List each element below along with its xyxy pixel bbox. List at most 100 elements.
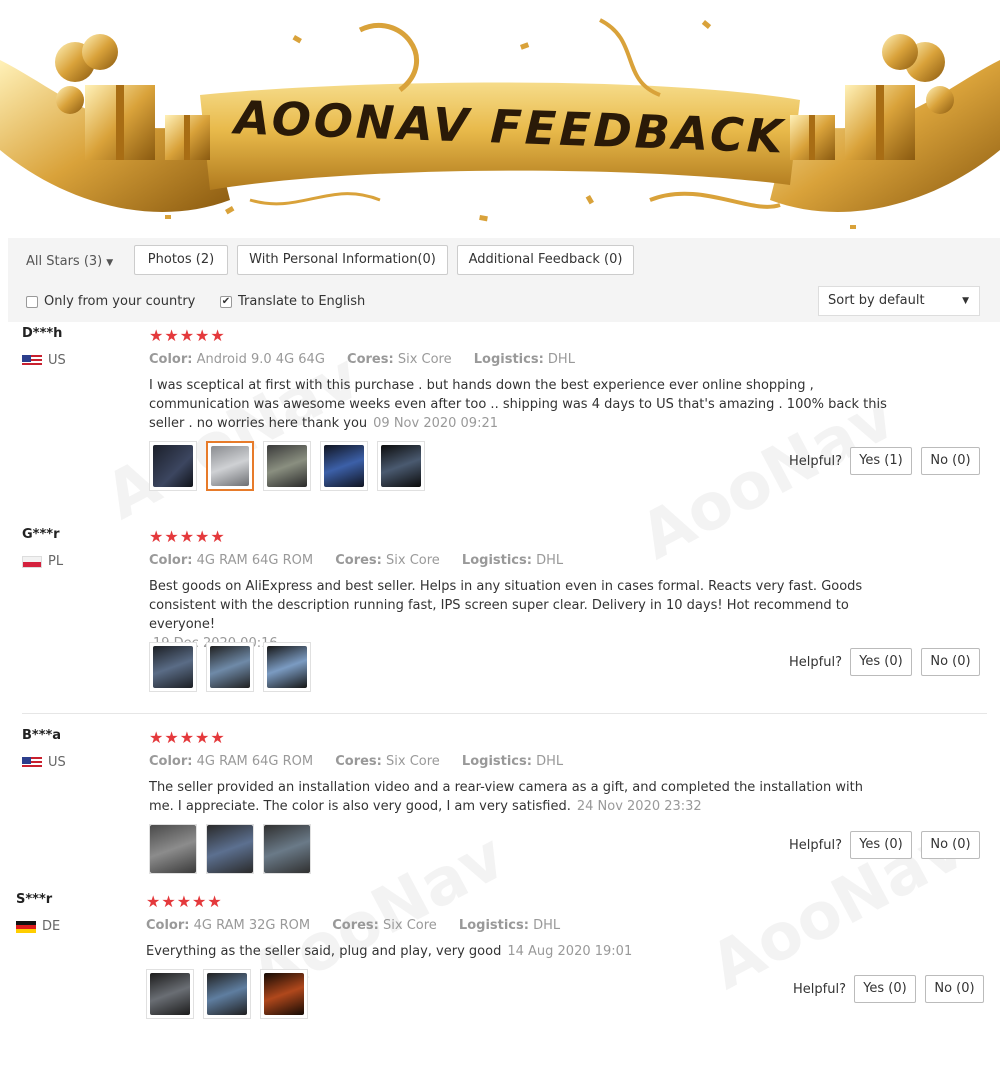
review-photos: [149, 824, 320, 874]
helpful-controls: Helpful? Yes (0) No (0): [789, 648, 980, 676]
review-text: The seller provided an installation vide…: [149, 778, 879, 816]
sort-select[interactable]: Sort by default ▼: [818, 286, 980, 316]
logistics-value: DHL: [547, 352, 575, 367]
only-country-checkbox[interactable]: Only from your country: [26, 294, 195, 309]
review-date: 24 Nov 2020 23:32: [576, 799, 702, 814]
cores-label: Cores:: [335, 553, 382, 568]
reviewer-country: US: [22, 755, 66, 770]
review-photos: [146, 969, 317, 1019]
review-photo-thumbnail[interactable]: [206, 642, 254, 692]
helpful-controls: Helpful? Yes (1) No (0): [789, 447, 980, 475]
color-label: Color:: [146, 918, 190, 933]
logistics-value: DHL: [533, 918, 561, 933]
helpful-no-button[interactable]: No (0): [924, 975, 984, 1003]
review-photo-thumbnail[interactable]: [149, 642, 197, 692]
review-date: 09 Nov 2020 09:21: [373, 416, 498, 431]
review-photo-thumbnail[interactable]: [149, 824, 197, 874]
translate-checkbox[interactable]: ✔ Translate to English: [220, 294, 365, 309]
review-date: 14 Aug 2020 19:01: [507, 944, 633, 959]
reviewer-name: B***a: [22, 728, 62, 743]
flag-us-icon: [22, 756, 42, 769]
country-code: PL: [48, 554, 64, 569]
flag-us-icon: [22, 354, 42, 367]
helpful-yes-button[interactable]: Yes (1): [849, 447, 912, 475]
all-stars-dropdown[interactable]: All Stars (3) ▼: [26, 254, 113, 269]
feedback-filter-bar: All Stars (3) ▼ Photos (2) With Personal …: [8, 238, 1000, 322]
checkbox-empty-icon: [26, 295, 38, 308]
review-photo-thumbnail[interactable]: [260, 969, 308, 1019]
review-photo-thumbnail[interactable]: [320, 441, 368, 491]
review-photo-thumbnail[interactable]: [146, 969, 194, 1019]
review-attributes: Color: 4G RAM 32G ROM Cores: Six Core Lo…: [146, 918, 578, 933]
color-value: 4G RAM 64G ROM: [196, 754, 314, 769]
sort-select-value: Sort by default: [828, 293, 925, 308]
chevron-down-icon: ▼: [106, 258, 114, 268]
country-code: DE: [42, 919, 61, 934]
review-attributes: Color: 4G RAM 64G ROM Cores: Six Core Lo…: [149, 754, 581, 769]
cores-value: Six Core: [383, 918, 437, 933]
review-item: D***h US ★★★★★ Color: Android 9.0 4G 64G…: [0, 326, 1000, 506]
review-photo-thumbnail[interactable]: [263, 824, 311, 874]
star-rating: ★★★★★: [149, 326, 226, 345]
cores-value: Six Core: [386, 553, 440, 568]
helpful-label: Helpful?: [793, 981, 846, 997]
filter-row-top: All Stars (3) ▼ Photos (2) With Personal …: [8, 238, 1000, 282]
photos-filter-button[interactable]: Photos (2): [134, 245, 228, 275]
color-value: 4G RAM 64G ROM: [196, 553, 314, 568]
review-photo-thumbnail[interactable]: [377, 441, 425, 491]
color-value: Android 9.0 4G 64G: [196, 352, 325, 367]
helpful-controls: Helpful? Yes (0) No (0): [789, 831, 980, 859]
review-item: G***r PL ★★★★★ Color: 4G RAM 64G ROM Cor…: [0, 527, 1000, 707]
personal-info-filter-button[interactable]: With Personal Information(0): [237, 245, 448, 275]
review-photo-thumbnail[interactable]: [263, 642, 311, 692]
star-rating: ★★★★★: [146, 892, 223, 911]
cores-label: Cores:: [335, 754, 382, 769]
review-photo-thumbnail[interactable]: [203, 969, 251, 1019]
review-photos: [149, 441, 434, 491]
review-photo-thumbnail[interactable]: [263, 441, 311, 491]
review-photo-thumbnail[interactable]: [206, 441, 254, 491]
filter-row-bottom: Only from your country ✔ Translate to En…: [8, 282, 1000, 322]
helpful-no-button[interactable]: No (0): [920, 831, 980, 859]
additional-feedback-filter-button[interactable]: Additional Feedback (0): [457, 245, 634, 275]
helpful-no-button[interactable]: No (0): [920, 447, 980, 475]
review-attributes: Color: 4G RAM 64G ROM Cores: Six Core Lo…: [149, 553, 581, 568]
star-rating: ★★★★★: [149, 527, 226, 546]
translate-label: Translate to English: [238, 294, 366, 309]
review-photo-thumbnail[interactable]: [206, 824, 254, 874]
helpful-no-button[interactable]: No (0): [920, 648, 980, 676]
logistics-value: DHL: [536, 754, 564, 769]
cores-label: Cores:: [332, 918, 379, 933]
review-item: B***a US ★★★★★ Color: 4G RAM 64G ROM Cor…: [0, 728, 1000, 878]
color-label: Color:: [149, 553, 193, 568]
logistics-value: DHL: [536, 553, 564, 568]
color-label: Color:: [149, 754, 193, 769]
logistics-label: Logistics:: [458, 918, 529, 933]
reviewer-country: DE: [16, 919, 60, 934]
chevron-down-icon: ▼: [962, 296, 969, 306]
only-country-label: Only from your country: [44, 294, 196, 309]
flag-de-icon: [16, 920, 36, 933]
logistics-label: Logistics:: [461, 553, 532, 568]
reviewer-name: S***r: [16, 892, 53, 907]
color-label: Color:: [149, 352, 193, 367]
review-body: I was sceptical at first with this purch…: [149, 378, 887, 431]
cores-value: Six Core: [386, 754, 440, 769]
helpful-yes-button[interactable]: Yes (0): [849, 831, 912, 859]
logistics-label: Logistics:: [473, 352, 544, 367]
review-photos: [149, 642, 320, 692]
helpful-yes-button[interactable]: Yes (0): [853, 975, 916, 1003]
helpful-yes-button[interactable]: Yes (0): [849, 648, 912, 676]
review-divider: [22, 713, 987, 714]
review-item: S***r DE ★★★★★ Color: 4G RAM 32G ROM Cor…: [0, 892, 1000, 1052]
all-stars-label: All Stars (3): [26, 254, 103, 269]
star-rating: ★★★★★: [149, 728, 226, 747]
reviewer-name: D***h: [22, 326, 63, 341]
feedback-banner: AOONAV FEEDBACK: [0, 0, 1000, 240]
country-code: US: [48, 353, 66, 368]
logistics-label: Logistics:: [461, 754, 532, 769]
review-text: Everything as the seller said, plug and …: [146, 942, 886, 961]
review-photo-thumbnail[interactable]: [149, 441, 197, 491]
flag-pl-icon: [22, 555, 42, 568]
helpful-label: Helpful?: [789, 654, 842, 670]
